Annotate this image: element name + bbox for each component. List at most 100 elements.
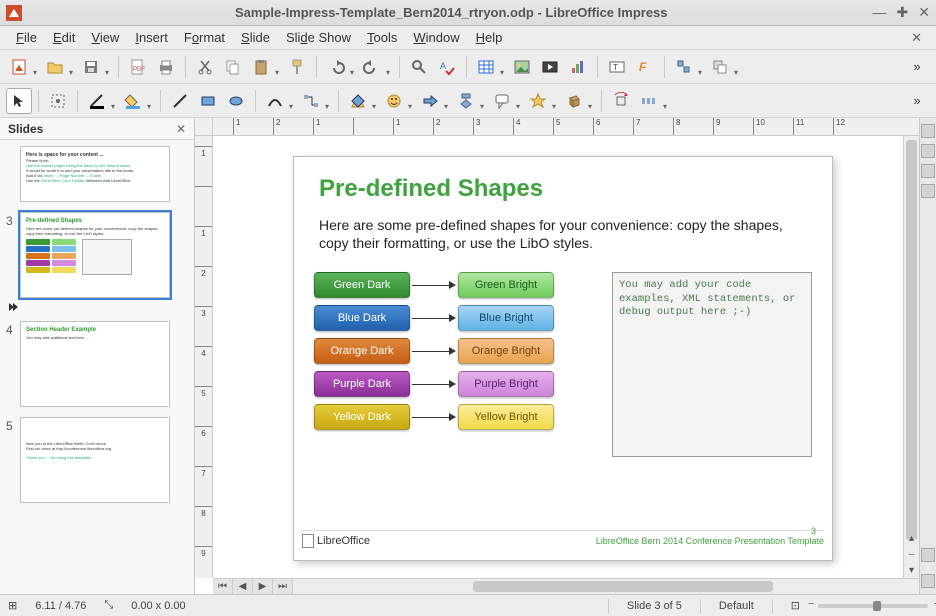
clone-formatting-button[interactable] bbox=[284, 54, 310, 80]
stars-tool[interactable] bbox=[525, 88, 551, 114]
fill-color-button[interactable] bbox=[120, 88, 146, 114]
sidebar-master-slides[interactable] bbox=[921, 184, 935, 198]
line-color-button[interactable] bbox=[84, 88, 110, 114]
menu-file[interactable]: File bbox=[8, 28, 45, 47]
basic-shapes-tool[interactable] bbox=[345, 88, 371, 114]
horizontal-scrollbar[interactable] bbox=[293, 578, 903, 594]
code-example-box[interactable]: You may add your code examples, XML stat… bbox=[612, 272, 812, 457]
prev-slide-button[interactable]: ▴ bbox=[904, 530, 919, 546]
paste-button[interactable] bbox=[248, 54, 274, 80]
nav-menu-button[interactable]: – bbox=[904, 546, 919, 562]
hscroll-thumb[interactable] bbox=[473, 581, 773, 592]
sidebar-gallery[interactable] bbox=[921, 548, 935, 562]
zoom-slider[interactable]: − + bbox=[818, 604, 928, 608]
connector-tool[interactable] bbox=[298, 88, 324, 114]
menu-slide[interactable]: Slide bbox=[233, 28, 278, 47]
shape-bright[interactable]: Green Bright bbox=[458, 272, 554, 298]
curve-tool[interactable] bbox=[262, 88, 288, 114]
slide-thumbnail-2[interactable]: Here is space for your content ... Pleas… bbox=[20, 146, 170, 202]
vertical-scrollbar[interactable]: ▴ – ▾ bbox=[903, 136, 919, 578]
drawing-overflow[interactable]: » bbox=[904, 88, 930, 114]
line-tool[interactable] bbox=[167, 88, 193, 114]
menu-edit[interactable]: Edit bbox=[45, 28, 83, 47]
insert-fontwork-button[interactable]: F bbox=[632, 54, 658, 80]
next-slide-tab[interactable]: ▶ bbox=[253, 579, 273, 594]
menu-insert[interactable]: Insert bbox=[127, 28, 176, 47]
arrow-connector[interactable] bbox=[412, 314, 456, 322]
next-slide-button[interactable]: ▾ bbox=[904, 562, 919, 578]
sidebar-animation[interactable] bbox=[921, 164, 935, 178]
menu-help[interactable]: Help bbox=[468, 28, 511, 47]
menu-view[interactable]: View bbox=[83, 28, 127, 47]
cut-button[interactable] bbox=[192, 54, 218, 80]
sidebar-properties[interactable] bbox=[921, 124, 935, 138]
shape-bright[interactable]: Blue Bright bbox=[458, 305, 554, 331]
open-button[interactable] bbox=[42, 54, 68, 80]
shape-dark[interactable]: Green Dark bbox=[314, 272, 410, 298]
slides-panel-close[interactable]: ✕ bbox=[176, 122, 186, 136]
rotate-tool[interactable] bbox=[608, 88, 634, 114]
menu-tools[interactable]: Tools bbox=[359, 28, 405, 47]
shape-bright[interactable]: Yellow Bright bbox=[458, 404, 554, 430]
flowchart-tool[interactable] bbox=[453, 88, 479, 114]
units-icon[interactable]: ⊞ bbox=[8, 599, 17, 612]
sidebar-navigator[interactable] bbox=[921, 574, 935, 588]
save-button[interactable] bbox=[78, 54, 104, 80]
rectangle-tool[interactable] bbox=[195, 88, 221, 114]
last-slide-tab[interactable]: ⏭ bbox=[273, 579, 293, 594]
slide-thumbnail-5[interactable]: Now you at the LibreOffice Berlin Conf v… bbox=[20, 417, 170, 503]
3d-objects-tool[interactable] bbox=[561, 88, 587, 114]
arrow-connector[interactable] bbox=[412, 347, 456, 355]
prev-slide-tab[interactable]: ◀ bbox=[233, 579, 253, 594]
shape-dark[interactable]: Blue Dark bbox=[314, 305, 410, 331]
arrow-connector[interactable] bbox=[412, 413, 456, 421]
close-document[interactable]: ✕ bbox=[905, 28, 928, 48]
print-button[interactable] bbox=[153, 54, 179, 80]
arrange-button[interactable] bbox=[707, 54, 733, 80]
select-tool[interactable] bbox=[6, 88, 32, 114]
callouts-tool[interactable] bbox=[489, 88, 515, 114]
slide-counter[interactable]: Slide 3 of 5 bbox=[627, 600, 682, 612]
shape-dark[interactable]: Yellow Dark bbox=[314, 404, 410, 430]
copy-button[interactable] bbox=[220, 54, 246, 80]
menu-format[interactable]: Format bbox=[176, 28, 233, 47]
menu-slideshow[interactable]: Slide Show bbox=[278, 28, 359, 47]
window-close[interactable]: ✕ bbox=[918, 4, 930, 21]
zoom-knob[interactable] bbox=[873, 601, 881, 611]
insert-media-button[interactable] bbox=[537, 54, 563, 80]
block-arrows-tool[interactable] bbox=[417, 88, 443, 114]
window-maximize[interactable]: ✚ bbox=[897, 4, 909, 21]
vscroll-thumb[interactable] bbox=[906, 140, 917, 540]
menu-window[interactable]: Window bbox=[405, 28, 467, 47]
ruler-horizontal[interactable]: 1 2 1 1 2 3 4 5 6 7 8 9 10 11 12 bbox=[213, 118, 919, 136]
find-button[interactable] bbox=[406, 54, 432, 80]
arrow-connector[interactable] bbox=[412, 281, 456, 289]
undo-button[interactable] bbox=[323, 54, 349, 80]
distribute-tool[interactable] bbox=[636, 88, 662, 114]
slide-body[interactable]: Here are some pre-defined shapes for you… bbox=[319, 217, 807, 252]
slide-thumbnail-3[interactable]: Pre-defined Shapes Here are some pre-def… bbox=[20, 212, 170, 298]
zoom-pan-tool[interactable] bbox=[45, 88, 71, 114]
table-button[interactable] bbox=[473, 54, 499, 80]
slide-title[interactable]: Pre-defined Shapes bbox=[319, 175, 543, 203]
shape-dark[interactable]: Purple Dark bbox=[314, 371, 410, 397]
slides-list[interactable]: Here is space for your content ... Pleas… bbox=[0, 140, 194, 594]
insert-image-button[interactable] bbox=[509, 54, 535, 80]
toolbar-overflow[interactable]: » bbox=[904, 54, 930, 80]
redo-button[interactable] bbox=[359, 54, 385, 80]
slide-canvas[interactable]: Pre-defined Shapes Here are some pre-def… bbox=[293, 156, 833, 561]
insert-textbox-button[interactable]: T bbox=[604, 54, 630, 80]
shape-bright[interactable]: Purple Bright bbox=[458, 371, 554, 397]
zoom-fit-button[interactable]: ⊡ bbox=[791, 599, 800, 612]
new-button[interactable] bbox=[6, 54, 32, 80]
spellcheck-button[interactable]: A bbox=[434, 54, 460, 80]
insert-chart-button[interactable] bbox=[565, 54, 591, 80]
ruler-vertical[interactable]: 1 1 2 3 4 5 6 7 8 9 bbox=[195, 136, 213, 578]
window-minimize[interactable]: — bbox=[873, 4, 887, 21]
symbol-shapes-tool[interactable] bbox=[381, 88, 407, 114]
arrow-connector[interactable] bbox=[412, 380, 456, 388]
master-name[interactable]: Default bbox=[719, 600, 754, 612]
align-objects-button[interactable] bbox=[671, 54, 697, 80]
shape-bright[interactable]: Orange Bright bbox=[458, 338, 554, 364]
first-slide-tab[interactable]: ⏮ bbox=[213, 579, 233, 594]
